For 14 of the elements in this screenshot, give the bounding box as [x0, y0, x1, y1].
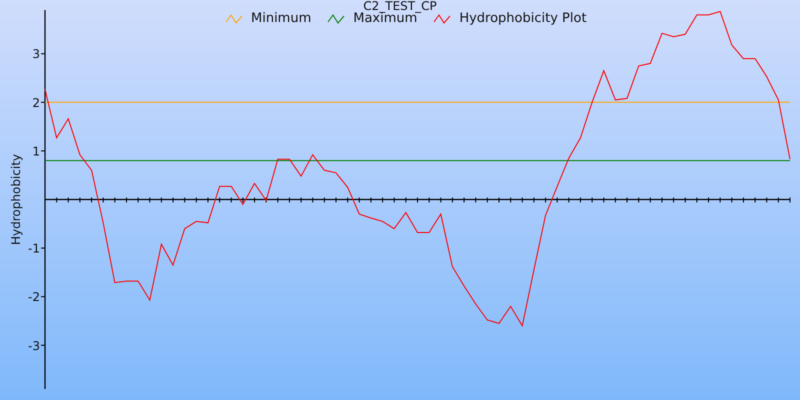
tick-label: -1: [28, 242, 40, 256]
tick-label: -2: [28, 290, 40, 304]
line-sample-icon: [225, 13, 243, 25]
y-axis-label: Hydrophobicity: [8, 155, 24, 245]
legend-label: Maximum: [353, 11, 418, 27]
tick-label: 2: [32, 96, 40, 110]
line-sample-icon: [433, 13, 452, 25]
legend-label: Minimum: [251, 11, 312, 27]
line-sample-icon: [327, 13, 346, 25]
chart-title: C2_TEST_CP: [363, 0, 438, 12]
tick-label: 3: [32, 47, 40, 62]
legend-label: Hydrophobicity Plot: [459, 11, 587, 27]
tick-label: 1: [32, 144, 40, 158]
tick-label: -3: [28, 338, 40, 353]
